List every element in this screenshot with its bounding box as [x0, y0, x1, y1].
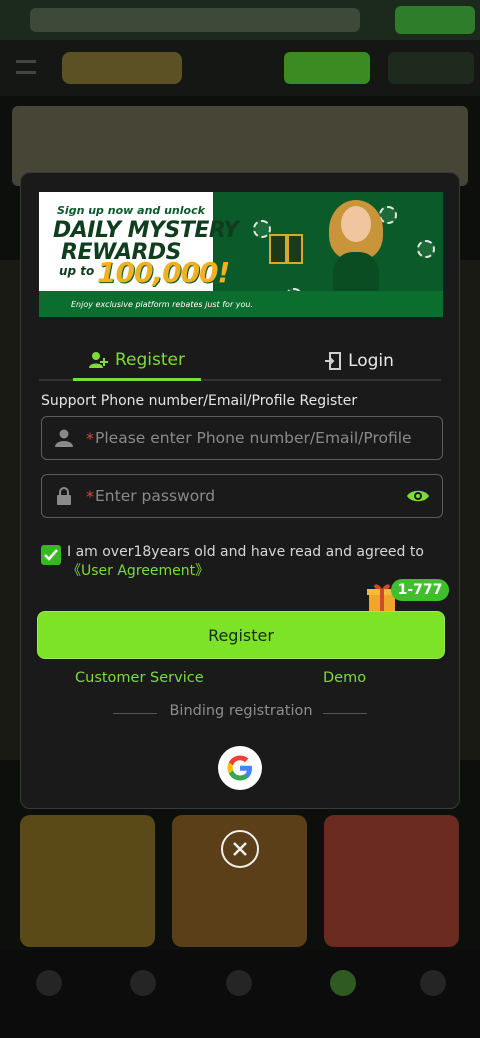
show-password-eye-icon[interactable] [406, 487, 430, 505]
promo-line-4: up to [59, 264, 95, 278]
register-modal: Sign up now and unlock DAILY MYSTERY REW… [20, 172, 460, 809]
close-modal-button[interactable] [221, 830, 259, 868]
background-register-button [284, 52, 370, 84]
lock-icon [57, 487, 71, 505]
demo-link[interactable]: Demo [323, 670, 366, 686]
account-input[interactable]: * Please enter Phone number/Email/Profil… [41, 416, 443, 460]
support-label: Support Phone number/Email/Profile Regis… [41, 393, 358, 409]
account-placeholder: Please enter Phone number/Email/Profile [95, 429, 412, 447]
promo-tagline: Enjoy exclusive platform rebates just fo… [71, 300, 254, 309]
menu-icon [16, 60, 36, 74]
google-login-button[interactable] [218, 746, 262, 790]
password-placeholder: Enter password [95, 487, 216, 505]
background-login-button [388, 52, 474, 84]
bonus-badge: 1-777 [391, 579, 449, 601]
promo-banner[interactable]: Sign up now and unlock DAILY MYSTERY REW… [39, 192, 443, 317]
agree-checkbox[interactable] [41, 545, 61, 565]
tab-register[interactable]: Register [73, 341, 201, 381]
required-mark: * [86, 486, 94, 506]
binding-registration-label: Binding registration [169, 703, 313, 719]
tab-login[interactable]: Login [299, 341, 419, 381]
close-icon [233, 842, 247, 856]
register-button[interactable]: Register [37, 611, 445, 659]
promo-amount: 100,000! [97, 256, 230, 289]
divider [323, 713, 367, 714]
promo-line-1: Sign up now and unlock [57, 204, 205, 217]
add-user-icon [89, 351, 108, 368]
background-bottom-nav [0, 950, 480, 1038]
casino-chip-icon [417, 240, 435, 258]
tab-register-label: Register [115, 349, 185, 370]
required-mark: * [86, 428, 94, 448]
user-agreement-link[interactable]: 《User Agreement》 [67, 563, 209, 579]
agree-text-block: I am over18years old and have read and a… [67, 543, 437, 581]
background-top-bar [0, 0, 480, 40]
tab-login-label: Login [348, 351, 394, 371]
auth-tabs: Register Login [39, 341, 441, 381]
site-logo [62, 52, 182, 84]
google-icon [227, 755, 252, 781]
user-icon [55, 429, 73, 447]
background-game-tile [20, 815, 155, 947]
agree-text: I am over18years old and have read and a… [67, 544, 424, 560]
checkmark-icon [44, 549, 58, 561]
background-game-tile [324, 815, 459, 947]
password-input[interactable]: * Enter password [41, 474, 443, 518]
login-door-icon [325, 352, 342, 370]
background-header [0, 40, 480, 96]
customer-service-link[interactable]: Customer Service [75, 670, 204, 686]
gift-box-icon [269, 234, 303, 264]
